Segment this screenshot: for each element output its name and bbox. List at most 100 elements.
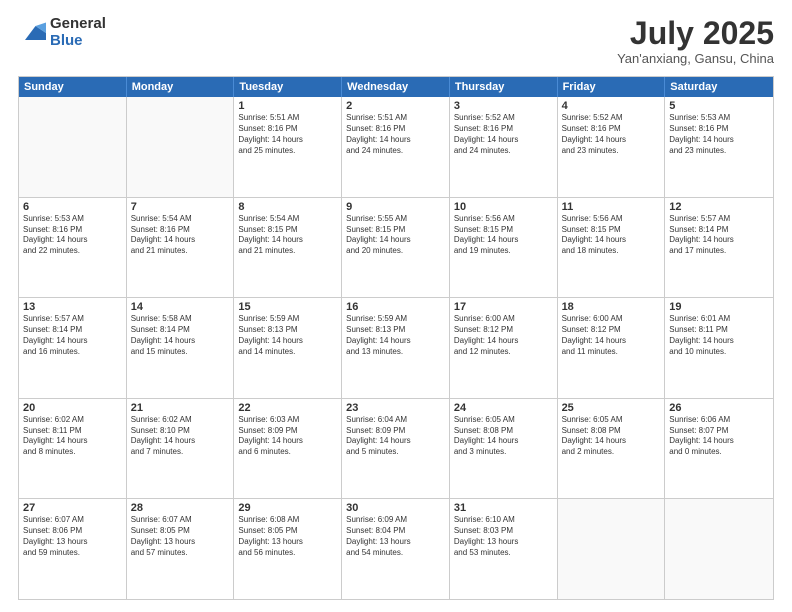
cell-info: Sunrise: 6:09 AMSunset: 8:04 PMDaylight:…: [346, 515, 445, 558]
header-day-monday: Monday: [127, 77, 235, 97]
day-cell-21: 21Sunrise: 6:02 AMSunset: 8:10 PMDayligh…: [127, 399, 235, 499]
day-number: 14: [131, 301, 230, 313]
cell-info: Sunrise: 6:05 AMSunset: 8:08 PMDaylight:…: [454, 415, 553, 458]
day-cell-18: 18Sunrise: 6:00 AMSunset: 8:12 PMDayligh…: [558, 298, 666, 398]
day-cell-31: 31Sunrise: 6:10 AMSunset: 8:03 PMDayligh…: [450, 499, 558, 599]
day-number: 29: [238, 502, 337, 514]
day-cell-25: 25Sunrise: 6:05 AMSunset: 8:08 PMDayligh…: [558, 399, 666, 499]
day-number: 27: [23, 502, 122, 514]
cell-info: Sunrise: 6:03 AMSunset: 8:09 PMDaylight:…: [238, 415, 337, 458]
day-cell-23: 23Sunrise: 6:04 AMSunset: 8:09 PMDayligh…: [342, 399, 450, 499]
day-number: 18: [562, 301, 661, 313]
empty-cell: [127, 97, 235, 197]
day-number: 8: [238, 201, 337, 213]
cell-info: Sunrise: 5:56 AMSunset: 8:15 PMDaylight:…: [454, 214, 553, 257]
day-number: 30: [346, 502, 445, 514]
cell-info: Sunrise: 5:52 AMSunset: 8:16 PMDaylight:…: [454, 113, 553, 156]
day-number: 6: [23, 201, 122, 213]
day-cell-22: 22Sunrise: 6:03 AMSunset: 8:09 PMDayligh…: [234, 399, 342, 499]
cell-info: Sunrise: 6:06 AMSunset: 8:07 PMDaylight:…: [669, 415, 769, 458]
day-cell-27: 27Sunrise: 6:07 AMSunset: 8:06 PMDayligh…: [19, 499, 127, 599]
header-day-thursday: Thursday: [450, 77, 558, 97]
day-number: 1: [238, 100, 337, 112]
day-number: 2: [346, 100, 445, 112]
day-number: 13: [23, 301, 122, 313]
month-title: July 2025: [617, 16, 774, 51]
cell-info: Sunrise: 5:54 AMSunset: 8:15 PMDaylight:…: [238, 214, 337, 257]
day-number: 9: [346, 201, 445, 213]
day-number: 17: [454, 301, 553, 313]
day-cell-30: 30Sunrise: 6:09 AMSunset: 8:04 PMDayligh…: [342, 499, 450, 599]
day-cell-28: 28Sunrise: 6:07 AMSunset: 8:05 PMDayligh…: [127, 499, 235, 599]
day-number: 11: [562, 201, 661, 213]
day-number: 21: [131, 402, 230, 414]
day-number: 12: [669, 201, 769, 213]
cell-info: Sunrise: 6:01 AMSunset: 8:11 PMDaylight:…: [669, 314, 769, 357]
cell-info: Sunrise: 5:57 AMSunset: 8:14 PMDaylight:…: [23, 314, 122, 357]
day-cell-6: 6Sunrise: 5:53 AMSunset: 8:16 PMDaylight…: [19, 198, 127, 298]
header-day-saturday: Saturday: [665, 77, 773, 97]
calendar-week-4: 20Sunrise: 6:02 AMSunset: 8:11 PMDayligh…: [19, 399, 773, 500]
page-header: General Blue July 2025 Yan'anxiang, Gans…: [18, 16, 774, 66]
day-cell-8: 8Sunrise: 5:54 AMSunset: 8:15 PMDaylight…: [234, 198, 342, 298]
logo-icon: [18, 19, 46, 47]
cell-info: Sunrise: 6:10 AMSunset: 8:03 PMDaylight:…: [454, 515, 553, 558]
day-cell-10: 10Sunrise: 5:56 AMSunset: 8:15 PMDayligh…: [450, 198, 558, 298]
calendar-week-5: 27Sunrise: 6:07 AMSunset: 8:06 PMDayligh…: [19, 499, 773, 599]
day-cell-29: 29Sunrise: 6:08 AMSunset: 8:05 PMDayligh…: [234, 499, 342, 599]
day-cell-3: 3Sunrise: 5:52 AMSunset: 8:16 PMDaylight…: [450, 97, 558, 197]
cell-info: Sunrise: 5:53 AMSunset: 8:16 PMDaylight:…: [669, 113, 769, 156]
day-cell-16: 16Sunrise: 5:59 AMSunset: 8:13 PMDayligh…: [342, 298, 450, 398]
cell-info: Sunrise: 5:51 AMSunset: 8:16 PMDaylight:…: [238, 113, 337, 156]
day-number: 28: [131, 502, 230, 514]
day-cell-15: 15Sunrise: 5:59 AMSunset: 8:13 PMDayligh…: [234, 298, 342, 398]
cell-info: Sunrise: 5:58 AMSunset: 8:14 PMDaylight:…: [131, 314, 230, 357]
day-number: 10: [454, 201, 553, 213]
cell-info: Sunrise: 6:07 AMSunset: 8:06 PMDaylight:…: [23, 515, 122, 558]
calendar-week-2: 6Sunrise: 5:53 AMSunset: 8:16 PMDaylight…: [19, 198, 773, 299]
day-number: 3: [454, 100, 553, 112]
header-day-tuesday: Tuesday: [234, 77, 342, 97]
calendar: SundayMondayTuesdayWednesdayThursdayFrid…: [18, 76, 774, 600]
empty-cell: [558, 499, 666, 599]
day-number: 4: [562, 100, 661, 112]
cell-info: Sunrise: 6:07 AMSunset: 8:05 PMDaylight:…: [131, 515, 230, 558]
day-number: 16: [346, 301, 445, 313]
day-cell-20: 20Sunrise: 6:02 AMSunset: 8:11 PMDayligh…: [19, 399, 127, 499]
header-day-wednesday: Wednesday: [342, 77, 450, 97]
day-cell-5: 5Sunrise: 5:53 AMSunset: 8:16 PMDaylight…: [665, 97, 773, 197]
cell-info: Sunrise: 6:02 AMSunset: 8:10 PMDaylight:…: [131, 415, 230, 458]
cell-info: Sunrise: 5:57 AMSunset: 8:14 PMDaylight:…: [669, 214, 769, 257]
day-number: 24: [454, 402, 553, 414]
empty-cell: [665, 499, 773, 599]
cell-info: Sunrise: 5:53 AMSunset: 8:16 PMDaylight:…: [23, 214, 122, 257]
day-cell-12: 12Sunrise: 5:57 AMSunset: 8:14 PMDayligh…: [665, 198, 773, 298]
header-day-friday: Friday: [558, 77, 666, 97]
day-cell-2: 2Sunrise: 5:51 AMSunset: 8:16 PMDaylight…: [342, 97, 450, 197]
cell-info: Sunrise: 5:59 AMSunset: 8:13 PMDaylight:…: [238, 314, 337, 357]
logo: General Blue: [18, 16, 106, 49]
cell-info: Sunrise: 6:02 AMSunset: 8:11 PMDaylight:…: [23, 415, 122, 458]
day-number: 20: [23, 402, 122, 414]
cell-info: Sunrise: 6:08 AMSunset: 8:05 PMDaylight:…: [238, 515, 337, 558]
calendar-header-row: SundayMondayTuesdayWednesdayThursdayFrid…: [19, 77, 773, 97]
day-cell-4: 4Sunrise: 5:52 AMSunset: 8:16 PMDaylight…: [558, 97, 666, 197]
cell-info: Sunrise: 5:56 AMSunset: 8:15 PMDaylight:…: [562, 214, 661, 257]
cell-info: Sunrise: 5:51 AMSunset: 8:16 PMDaylight:…: [346, 113, 445, 156]
day-cell-13: 13Sunrise: 5:57 AMSunset: 8:14 PMDayligh…: [19, 298, 127, 398]
day-number: 5: [669, 100, 769, 112]
empty-cell: [19, 97, 127, 197]
day-number: 23: [346, 402, 445, 414]
title-block: July 2025 Yan'anxiang, Gansu, China: [617, 16, 774, 66]
calendar-week-1: 1Sunrise: 5:51 AMSunset: 8:16 PMDaylight…: [19, 97, 773, 198]
logo-text: General Blue: [50, 16, 106, 49]
calendar-week-3: 13Sunrise: 5:57 AMSunset: 8:14 PMDayligh…: [19, 298, 773, 399]
location-subtitle: Yan'anxiang, Gansu, China: [617, 51, 774, 66]
day-cell-19: 19Sunrise: 6:01 AMSunset: 8:11 PMDayligh…: [665, 298, 773, 398]
cell-info: Sunrise: 5:52 AMSunset: 8:16 PMDaylight:…: [562, 113, 661, 156]
logo-blue: Blue: [50, 33, 106, 50]
day-number: 26: [669, 402, 769, 414]
day-cell-7: 7Sunrise: 5:54 AMSunset: 8:16 PMDaylight…: [127, 198, 235, 298]
day-number: 22: [238, 402, 337, 414]
day-cell-17: 17Sunrise: 6:00 AMSunset: 8:12 PMDayligh…: [450, 298, 558, 398]
